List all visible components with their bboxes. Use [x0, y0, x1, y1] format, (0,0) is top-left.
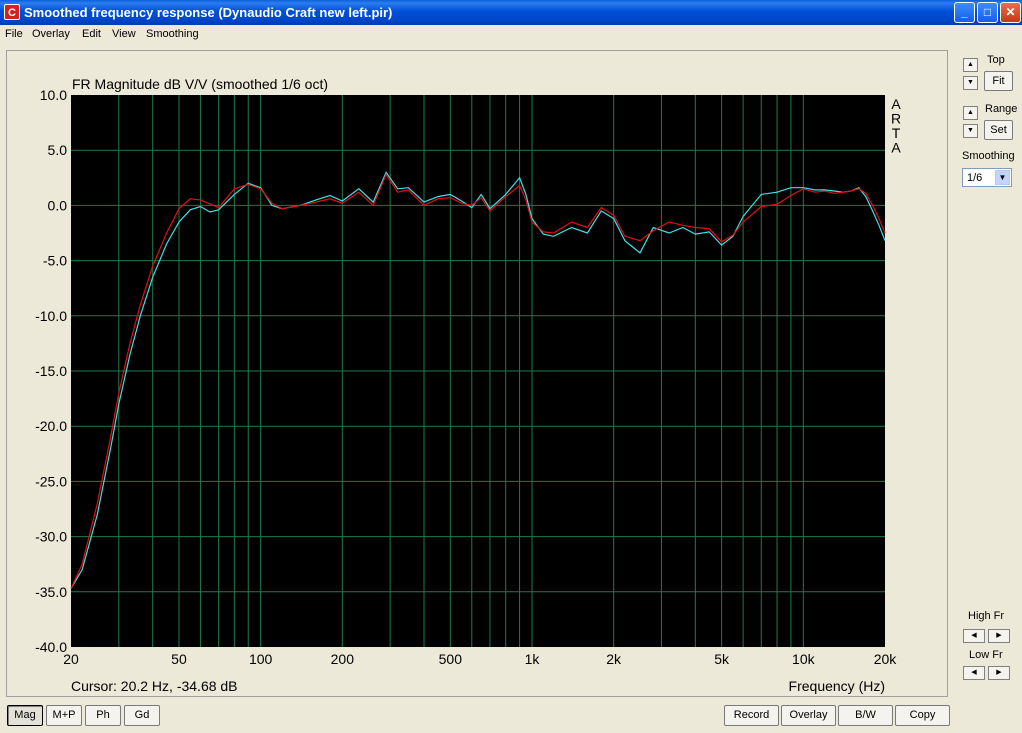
x-axis-label: Frequency (Hz)	[789, 678, 885, 694]
x-tick-label: 5k	[714, 651, 730, 667]
maximize-button[interactable]: □	[977, 2, 998, 23]
y-tick-label: 0.0	[48, 197, 68, 213]
copy-button[interactable]: Copy	[895, 705, 950, 726]
arta-letter: A	[891, 140, 901, 156]
chevron-down-icon[interactable]: ▼	[995, 170, 1010, 185]
app-icon[interactable]: C	[4, 4, 20, 20]
range-up-arrow-icon[interactable]: ▲	[963, 106, 978, 120]
x-tick-label: 50	[171, 651, 187, 667]
menu-file[interactable]: File	[5, 28, 23, 40]
menu-bar: File Overlay Edit View Smoothing	[0, 25, 1022, 44]
y-tick-label: 5.0	[48, 142, 68, 158]
low-fr-right-arrow-icon[interactable]: ▶	[988, 666, 1010, 680]
menu-edit[interactable]: Edit	[82, 28, 101, 40]
x-axis-ticks: 20 50 100 200 500 1k 2k 5k 10k 20k	[63, 651, 897, 667]
low-fr-label: Low Fr	[969, 649, 1003, 661]
mag-phase-button[interactable]: M+P	[46, 705, 82, 726]
title-bar[interactable]: C Smoothed frequency response (Dynaudio …	[0, 0, 1022, 25]
low-fr-left-arrow-icon[interactable]: ◀	[963, 666, 985, 680]
x-tick-label: 100	[249, 651, 273, 667]
smoothing-label: Smoothing	[962, 150, 1015, 162]
smoothing-value: 1/6	[967, 172, 983, 184]
phase-button[interactable]: Ph	[85, 705, 121, 726]
chart-title: FR Magnitude dB V/V (smoothed 1/6 oct)	[72, 76, 328, 92]
menu-overlay[interactable]: Overlay	[32, 28, 70, 40]
y-tick-label: -20.0	[35, 418, 67, 434]
y-axis-ticks: 10.0 5.0 0.0 -5.0 -10.0 -15.0 -20.0 -25.0 -30.0 -…	[35, 87, 67, 655]
cursor-readout: Cursor: 20.2 Hz, -34.68 dB	[71, 678, 238, 694]
mag-button[interactable]: Mag	[7, 705, 43, 726]
plot-panel: FR Magnitude dB V/V (smoothed 1/6 oct) 1…	[6, 50, 948, 697]
range-down-arrow-icon[interactable]: ▼	[963, 124, 978, 138]
y-tick-label: -15.0	[35, 363, 67, 379]
y-tick-label: -5.0	[43, 253, 67, 269]
menu-view[interactable]: View	[112, 28, 136, 40]
smoothing-select[interactable]: 1/6 ▼	[962, 168, 1012, 187]
x-tick-label: 200	[331, 651, 355, 667]
record-button[interactable]: Record	[724, 705, 779, 726]
window-title: Smoothed frequency response (Dynaudio Cr…	[24, 5, 393, 20]
set-button[interactable]: Set	[984, 120, 1013, 140]
y-tick-label: -35.0	[35, 584, 67, 600]
bw-button[interactable]: B/W	[838, 705, 893, 726]
y-tick-label: 10.0	[40, 87, 67, 103]
menu-smoothing[interactable]: Smoothing	[146, 28, 199, 40]
high-fr-left-arrow-icon[interactable]: ◀	[963, 629, 985, 643]
range-label: Range	[985, 103, 1018, 115]
high-fr-right-arrow-icon[interactable]: ▶	[988, 629, 1010, 643]
close-button[interactable]: ✕	[1000, 2, 1021, 23]
frequency-response-chart[interactable]: FR Magnitude dB V/V (smoothed 1/6 oct) 1…	[7, 51, 947, 696]
x-tick-label: 2k	[606, 651, 622, 667]
x-tick-label: 20k	[874, 651, 898, 667]
top-down-arrow-icon[interactable]: ▼	[963, 76, 978, 90]
fit-button[interactable]: Fit	[984, 71, 1013, 91]
x-tick-label: 1k	[525, 651, 541, 667]
top-up-arrow-icon[interactable]: ▲	[963, 58, 978, 72]
arta-watermark: ARTA	[891, 96, 901, 156]
overlay-button[interactable]: Overlay	[781, 705, 836, 726]
top-label: Top	[987, 54, 1005, 66]
y-tick-label: -10.0	[35, 308, 67, 324]
y-tick-label: -30.0	[35, 529, 67, 545]
x-tick-label: 10k	[792, 651, 816, 667]
x-tick-label: 500	[439, 651, 463, 667]
x-tick-label: 20	[63, 651, 79, 667]
minimize-button[interactable]: _	[954, 2, 975, 23]
y-tick-label: -25.0	[35, 473, 67, 489]
high-fr-label: High Fr	[968, 610, 1005, 622]
group-delay-button[interactable]: Gd	[124, 705, 160, 726]
